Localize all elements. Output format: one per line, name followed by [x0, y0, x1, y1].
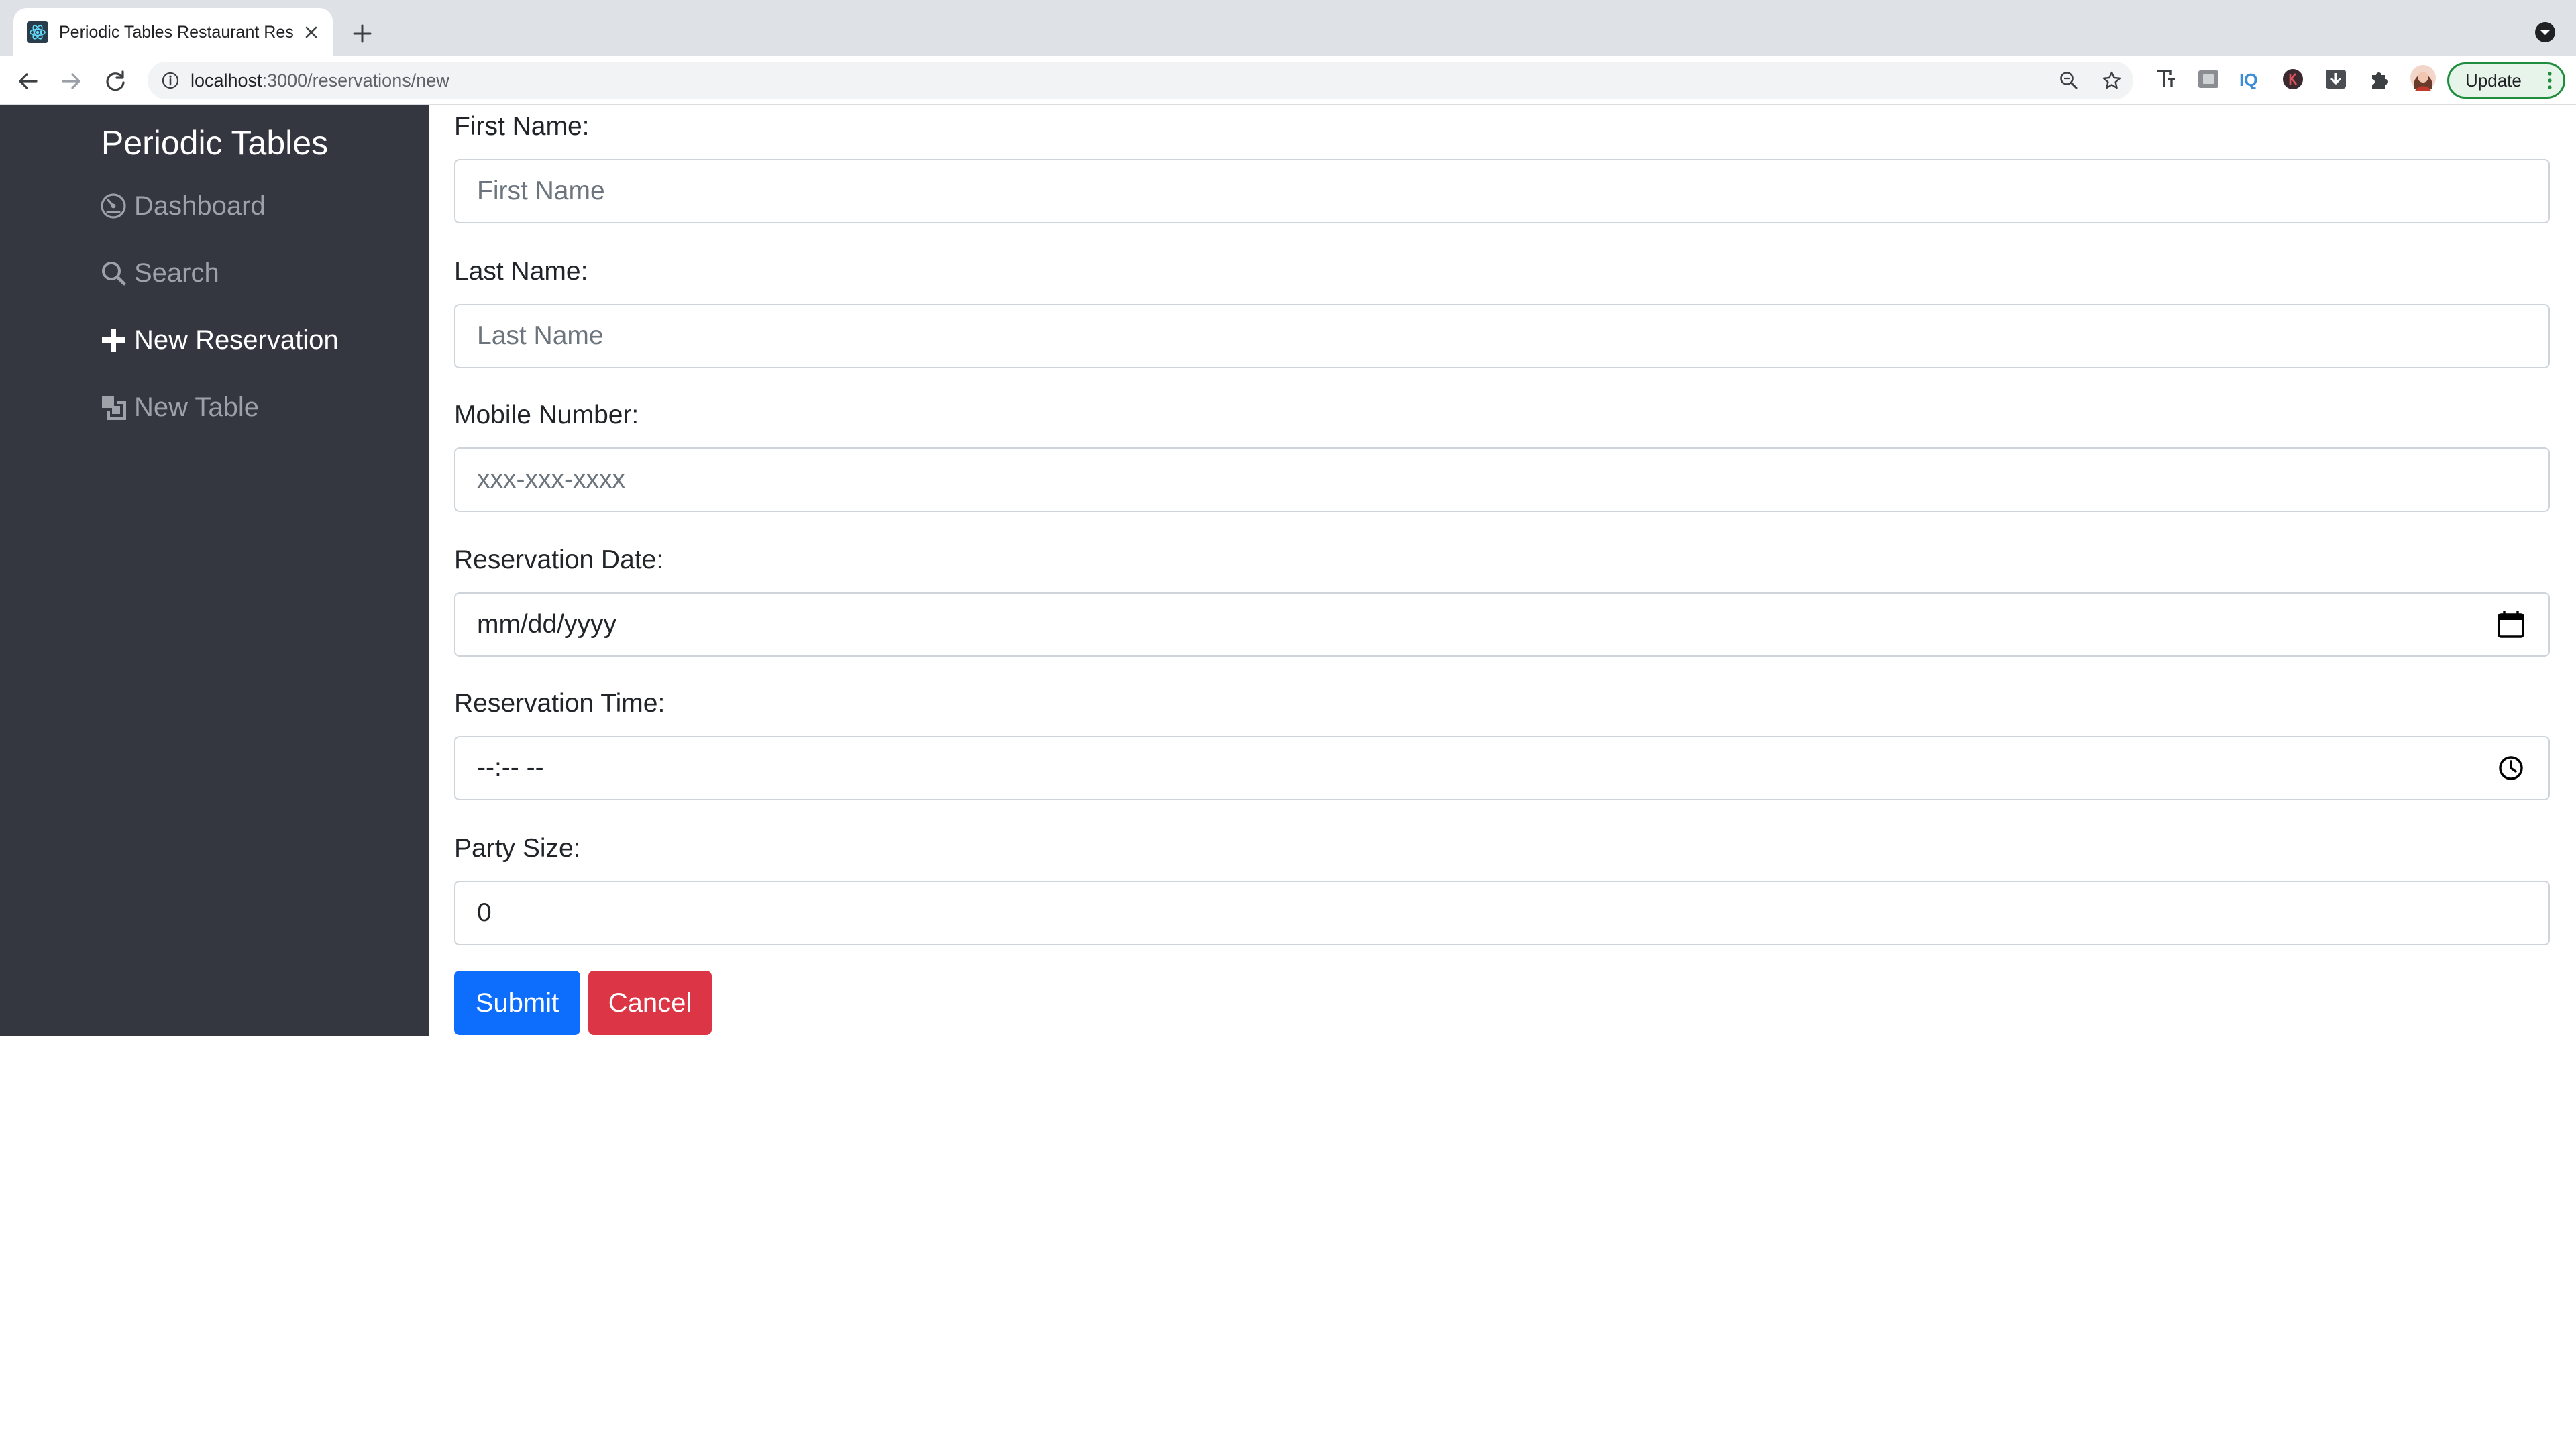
last-name-input[interactable]: Last Name [454, 304, 2550, 368]
sidebar-item-search[interactable]: Search [99, 253, 219, 293]
calendar-icon[interactable] [2496, 610, 2526, 639]
browser-tab-title: Periodic Tables Restaurant Res [59, 23, 294, 42]
sidebar-item-new-table[interactable]: New Table [99, 387, 259, 427]
menu-dots-icon [2548, 72, 2552, 89]
react-favicon-icon [27, 21, 48, 43]
bookmark-star-icon[interactable] [2101, 70, 2123, 91]
mobile-number-placeholder: xxx-xxx-xxxx [477, 465, 625, 494]
svg-text:IQ: IQ [2239, 70, 2257, 90]
party-size-label: Party Size: [454, 834, 581, 863]
extensions-puzzle-icon[interactable] [2367, 67, 2391, 91]
reservation-time-label: Reservation Time: [454, 689, 665, 718]
first-name-input[interactable]: First Name [454, 159, 2550, 223]
dashboard-icon [101, 193, 126, 219]
last-name-label: Last Name: [454, 257, 588, 286]
update-button[interactable]: Update [2447, 62, 2565, 99]
mobile-number-label: Mobile Number: [454, 400, 639, 429]
mobile-number-input[interactable]: xxx-xxx-xxxx [454, 447, 2550, 512]
site-info-icon[interactable] [161, 71, 180, 90]
party-size-input[interactable]: 0 [454, 881, 2550, 945]
reservation-date-label: Reservation Date: [454, 545, 664, 574]
search-icon [102, 262, 126, 286]
sidebar-item-label: New Reservation [134, 325, 339, 355]
new-tab-plus-icon[interactable] [349, 20, 376, 47]
browser-tab[interactable]: Periodic Tables Restaurant Res [13, 8, 333, 56]
reservation-date-input[interactable]: mm/dd/yyyy [454, 592, 2550, 657]
profile-k-extension-icon[interactable] [2281, 67, 2305, 91]
sidebar-item-label: New Table [134, 392, 260, 422]
sidebar-item-label: Search [134, 258, 219, 288]
reservation-date-value: mm/dd/yyyy [477, 610, 617, 639]
sidebar-item-dashboard[interactable]: Dashboard [99, 186, 266, 226]
text-format-extension-icon[interactable] [2153, 67, 2178, 91]
party-size-value: 0 [477, 898, 492, 927]
tab-search-chevron-icon[interactable] [2533, 20, 2557, 44]
cancel-button[interactable]: Cancel [588, 971, 712, 1035]
reservation-time-input[interactable]: --:-- -- [454, 736, 2550, 800]
sidebar: Periodic Tables Dashboard Search New Res… [0, 105, 429, 1036]
first-name-label: First Name: [454, 112, 590, 141]
browser-tab-strip: Periodic Tables Restaurant Res [0, 0, 2576, 56]
browser-toolbar: localhost:3000/reservations/new IQ Updat… [0, 56, 2576, 105]
reservation-time-value: --:-- -- [477, 753, 544, 782]
iq-extension-icon[interactable]: IQ [2238, 67, 2262, 91]
zoom-icon[interactable] [2058, 70, 2080, 91]
update-label: Update [2465, 70, 2522, 91]
submit-button[interactable]: Submit [454, 971, 580, 1035]
url-text: localhost:3000/reservations/new [191, 70, 449, 91]
clock-icon[interactable] [2496, 753, 2526, 783]
plus-icon [102, 329, 125, 352]
brand-title[interactable]: Periodic Tables [0, 119, 429, 167]
layers-icon [102, 396, 126, 420]
download-extension-icon[interactable] [2324, 67, 2348, 91]
fb-extension-icon[interactable] [2196, 67, 2220, 91]
sidebar-item-label: Dashboard [134, 191, 266, 221]
forward-arrow-icon[interactable] [58, 68, 85, 95]
first-name-placeholder: First Name [477, 176, 605, 205]
profile-avatar-icon[interactable] [2410, 64, 2436, 91]
last-name-placeholder: Last Name [477, 321, 604, 350]
back-arrow-icon[interactable] [15, 68, 42, 95]
reload-icon[interactable] [102, 68, 129, 95]
close-tab-icon[interactable] [301, 21, 322, 43]
sidebar-item-new-reservation[interactable]: New Reservation [99, 320, 339, 360]
address-bar[interactable]: localhost:3000/reservations/new [148, 62, 2133, 99]
